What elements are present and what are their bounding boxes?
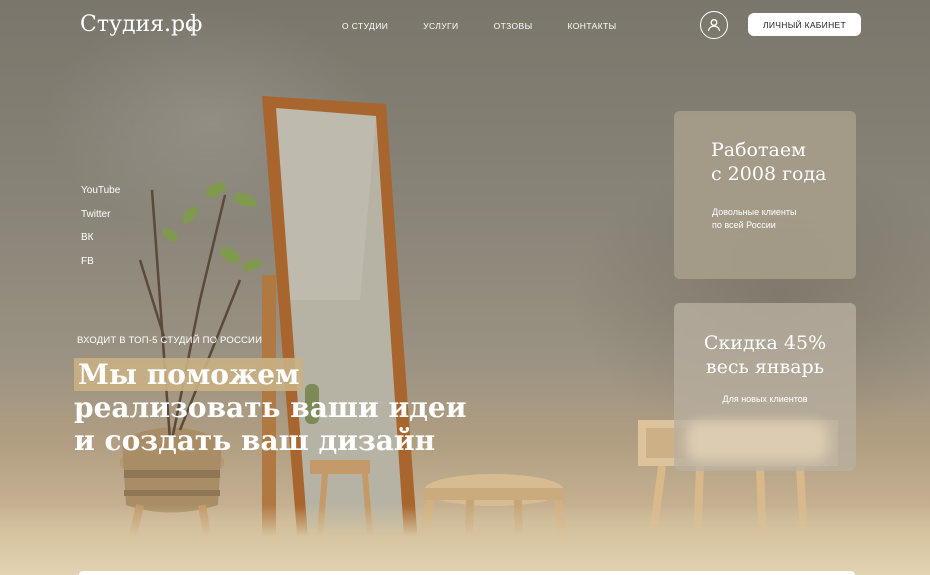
card-title-line-1: Работаем [711, 139, 806, 161]
card-title-line-2: с 2008 года [711, 163, 827, 185]
card-text-line-1: Довольные клиенты [712, 207, 797, 217]
headline-line-3: и создать ваш дизайн [74, 424, 436, 457]
nav-link-contacts[interactable]: КОНТАКТЫ [568, 21, 617, 31]
feather-arrow-icon: ➶ [186, 18, 198, 34]
interior-photo [120, 96, 838, 575]
social-link-vk[interactable]: ВК [81, 232, 120, 244]
nav-link-services[interactable]: УСЛУГИ [423, 21, 458, 31]
main-nav: О СТУДИИ УСЛУГИ ОТЗОВЫ КОНТАКТЫ [342, 21, 617, 31]
card-text: Для новых клиентов [722, 394, 808, 404]
personal-cabinet-button[interactable]: ЛИЧНЫЙ КАБИНЕТ [748, 13, 861, 36]
hero-tagline: ВХОДИТ В ТОП-5 СТУДИЙ ПО РОССИИ [77, 335, 263, 346]
hero-headline: Мы поможем реализовать ваши идеи и созда… [74, 358, 467, 457]
social-link-youtube[interactable]: YouTube [81, 185, 120, 197]
card-title-line-1: Скидка 45% [703, 332, 827, 354]
card-title-line-2: весь январь [705, 356, 825, 378]
card-title: Работаем с 2008 года [711, 138, 827, 186]
blurred-area [686, 421, 828, 461]
headline-line-2: реализовать ваши идеи [74, 391, 467, 424]
card-text: Довольные клиенты по всей России [712, 206, 796, 231]
social-links: YouTube Twitter ВК FB [81, 185, 120, 279]
info-card-since-2008: Работаем с 2008 года Довольные клиенты п… [674, 111, 856, 279]
nav-link-reviews[interactable]: ОТЗОВЫ [494, 21, 533, 31]
mirror [262, 96, 420, 572]
site-logo[interactable]: Студия.рф [80, 12, 202, 37]
social-link-fb[interactable]: FB [81, 256, 120, 268]
user-icon [707, 19, 721, 32]
leaves [162, 182, 262, 271]
promo-card-discount[interactable]: Скидка 45% весь январь Для новых клиенто… [674, 303, 856, 471]
nav-link-about[interactable]: О СТУДИИ [342, 21, 388, 31]
social-link-twitter[interactable]: Twitter [81, 209, 120, 221]
user-button[interactable] [700, 11, 728, 39]
floor [0, 505, 930, 575]
card-title: Скидка 45% весь январь [674, 331, 856, 379]
bottom-panel-edge [79, 571, 855, 575]
hero-section: Студия.рф ➶ О СТУДИИ УСЛУГИ ОТЗОВЫ КОНТА… [0, 0, 930, 575]
card-text-line-2: по всей России [712, 219, 776, 230]
headline-highlight: Мы поможем [74, 358, 304, 391]
